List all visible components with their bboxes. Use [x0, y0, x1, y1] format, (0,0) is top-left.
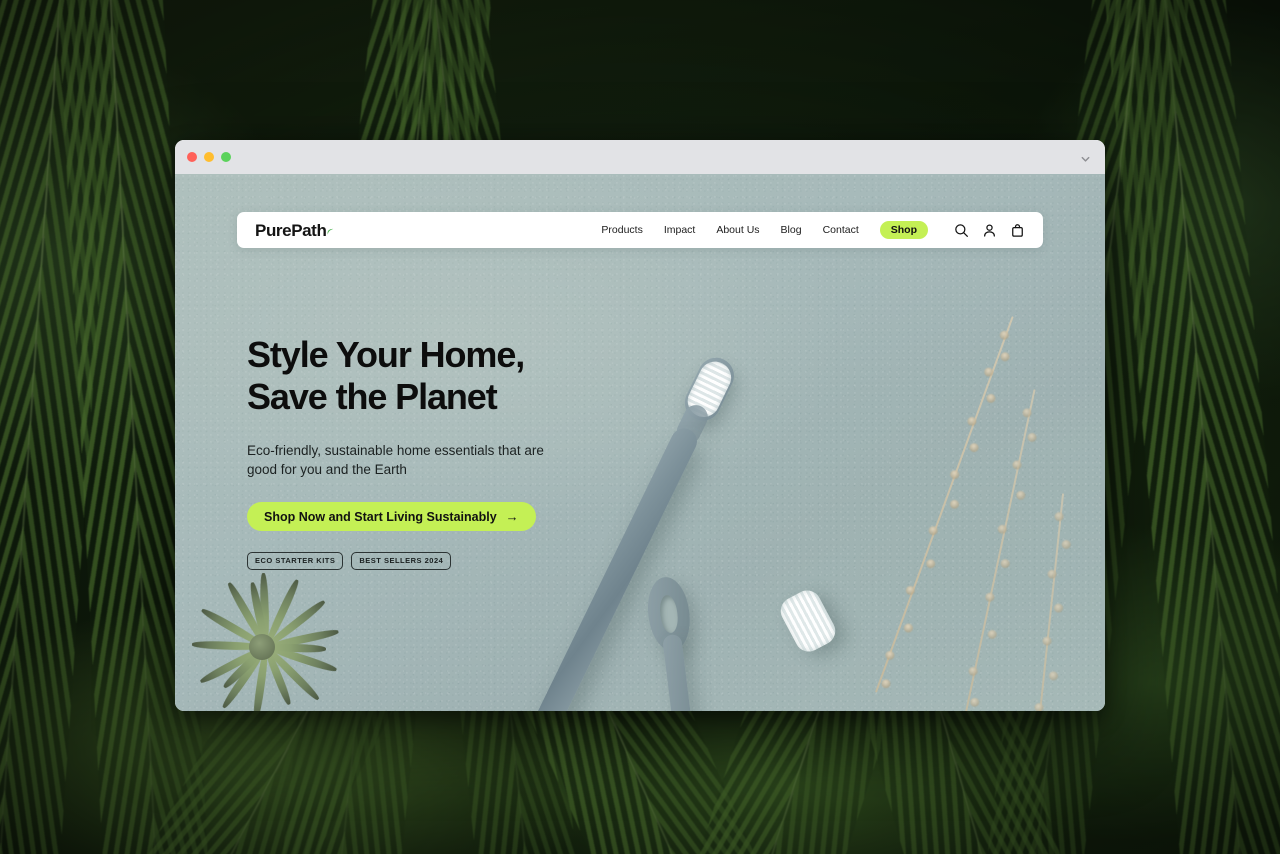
close-button[interactable] — [187, 152, 197, 162]
air-plant-photo-element — [187, 572, 340, 711]
nav-item-impact[interactable]: Impact — [664, 224, 696, 236]
window-titlebar — [175, 140, 1105, 174]
account-icon[interactable] — [982, 223, 997, 238]
maximize-button[interactable] — [221, 152, 231, 162]
minimize-button[interactable] — [204, 152, 214, 162]
search-icon[interactable] — [954, 223, 969, 238]
hero-subheadline: Eco-friendly, sustainable home essential… — [247, 442, 544, 478]
page-title: Style Your Home, Save the Planet — [247, 334, 525, 417]
nav-item-contact[interactable]: Contact — [823, 224, 859, 236]
page-viewport: PurePath Products Impact About Us Blog C… — [175, 174, 1105, 711]
nav-item-blog[interactable]: Blog — [781, 224, 802, 236]
cta-label: Shop Now and Start Living Sustainably — [264, 509, 497, 524]
hero-content: Style Your Home, Save the Planet Eco-fri… — [247, 334, 667, 570]
traffic-lights — [187, 152, 231, 162]
nav-links: Products Impact About Us Blog Contact Sh… — [601, 220, 1025, 240]
nav-item-products[interactable]: Products — [601, 224, 642, 236]
site-logo[interactable]: PurePath — [255, 222, 334, 239]
shop-now-cta-button[interactable]: Shop Now and Start Living Sustainably → — [247, 502, 536, 532]
leaf-icon — [327, 223, 334, 235]
shop-button[interactable]: Shop — [879, 220, 928, 240]
site-navigation-bar: PurePath Products Impact About Us Blog C… — [237, 212, 1043, 248]
cart-icon[interactable] — [1010, 223, 1025, 238]
arrow-right-icon: → — [505, 509, 519, 525]
browser-window: PurePath Products Impact About Us Blog C… — [175, 140, 1105, 711]
logo-text: PurePath — [255, 220, 327, 240]
chevron-down-icon[interactable] — [1080, 152, 1091, 163]
nav-item-about-us[interactable]: About Us — [716, 224, 759, 236]
tag-best-sellers-2024[interactable]: BEST SELLERS 2024 — [351, 552, 452, 570]
hero-tag-list: ECO STARTER KITS BEST SELLERS 2024 — [247, 552, 667, 570]
tag-eco-starter-kits[interactable]: ECO STARTER KITS — [247, 552, 344, 570]
